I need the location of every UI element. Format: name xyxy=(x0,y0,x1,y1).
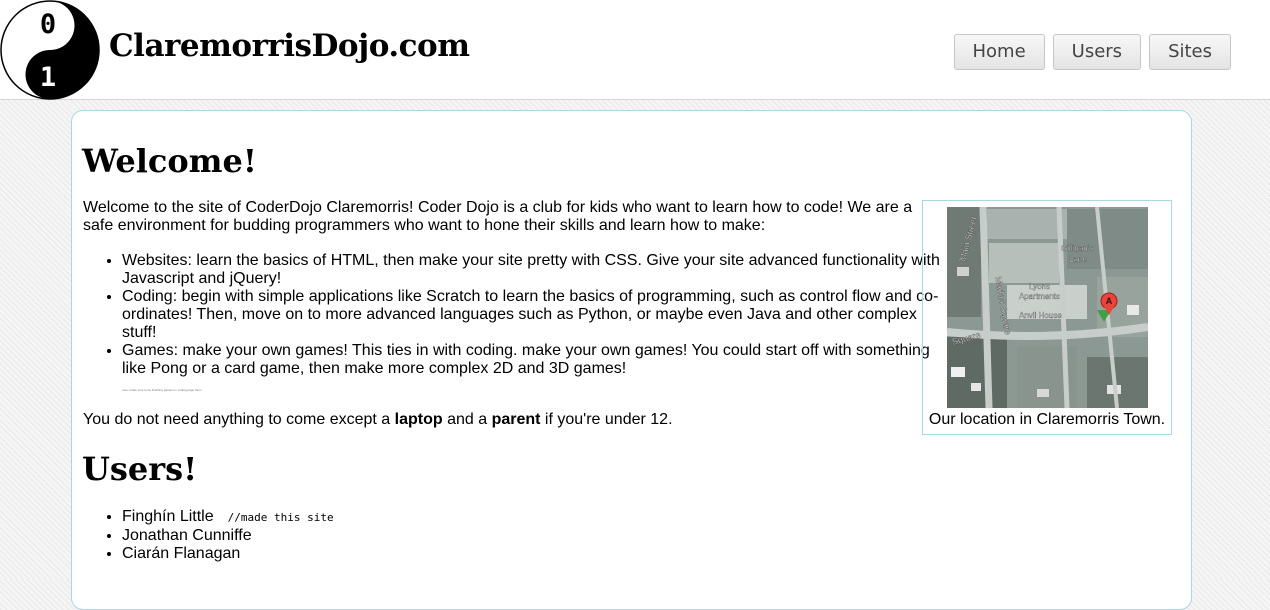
site-header: 0 1 ClaremorrisDojo.com Home Users Sites xyxy=(0,0,1270,100)
map-marker-letter: A xyxy=(1106,296,1113,306)
user-name: Jonathan Cunniffe xyxy=(122,527,252,544)
list-item-games: Games: make your own games! This ties in… xyxy=(122,342,952,378)
nav-bar: Home Users Sites xyxy=(953,34,1231,70)
user-name: Finghín Little xyxy=(122,508,214,525)
nav-sites-button[interactable]: Sites xyxy=(1149,34,1231,70)
users-list: Finghín Little //made this site Jonathan … xyxy=(83,508,334,563)
logo-one-glyph: 1 xyxy=(40,62,56,93)
requirements-paragraph: You do not need anything to come except … xyxy=(83,411,673,429)
welcome-heading: Welcome! xyxy=(82,142,257,180)
user-comment: //made this site xyxy=(227,511,334,524)
learn-list: Websites: learn the basics of HTML, then… xyxy=(83,252,952,378)
user-name: Ciarán Flanagan xyxy=(122,545,241,562)
content-panel: Welcome! Welcome to the site of CoderDoj… xyxy=(71,110,1192,610)
intro-paragraph: Welcome to the site of CoderDojo Claremo… xyxy=(83,199,913,234)
map-label-lyons: Lyons xyxy=(1029,282,1050,291)
map-caption: Our location in Claremorris Town. xyxy=(928,411,1166,428)
location-figure: Main Street Gilligan's Lane Lyons Apartm… xyxy=(922,200,1172,435)
yin-yang-logo-icon[interactable]: 0 1 xyxy=(0,0,100,100)
map-label-anvil-house: Anvil House xyxy=(1019,311,1062,320)
laptop-bold-text: laptop xyxy=(394,411,443,428)
list-item-websites: Websites: learn the basics of HTML, then… xyxy=(122,252,952,288)
map-label-apartments: Apartments xyxy=(1019,292,1060,301)
nav-home-button[interactable]: Home xyxy=(953,34,1045,70)
nav-users-button[interactable]: Users xyxy=(1052,34,1142,70)
tiny-note-text: note: make sure to be finishing games on… xyxy=(122,388,202,392)
parent-bold-text: parent xyxy=(491,411,541,428)
requirements-text-start: You do not need anything to come except … xyxy=(83,411,395,428)
list-item-coding: Coding: begin with simple applications l… xyxy=(122,288,952,342)
map-label-lane: Lane xyxy=(1069,255,1087,264)
requirements-text-end: if you're under 12. xyxy=(540,411,673,428)
logo-zero-glyph: 0 xyxy=(40,9,56,40)
map-label-gilligans: Gilligan's xyxy=(1061,244,1093,253)
location-map-image[interactable]: Main Street Gilligan's Lane Lyons Apartm… xyxy=(947,207,1148,408)
users-heading: Users! xyxy=(82,450,198,488)
requirements-text-middle: and a xyxy=(442,411,492,428)
site-title[interactable]: ClaremorrisDojo.com xyxy=(109,28,470,64)
user-list-item: Ciarán Flanagan xyxy=(122,545,334,563)
user-list-item: Finghín Little //made this site xyxy=(122,508,334,527)
user-list-item: Jonathan Cunniffe xyxy=(122,527,334,545)
